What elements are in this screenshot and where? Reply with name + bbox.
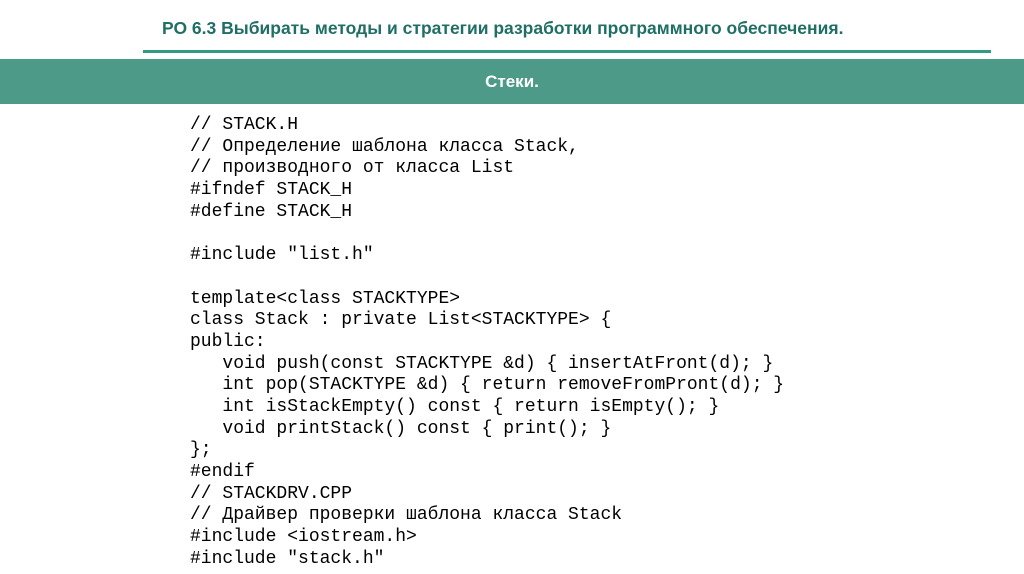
code-line: };: [190, 440, 212, 461]
title-underline: [143, 50, 991, 53]
code-line: #include "stack.h": [190, 548, 385, 569]
code-listing: // STACK.H// Определение шаблона класса …: [190, 115, 784, 570]
code-line: // Определение шаблона класса Stack,: [190, 136, 579, 157]
code-line: int pop(STACKTYPE &d) { return removeFro…: [190, 375, 785, 396]
code-line: class Stack : private List<STACKTYPE> {: [190, 310, 612, 331]
code-line: #ifndef STACK_H: [190, 180, 353, 201]
code-line: #define STACK_H: [190, 201, 353, 222]
code-line: // производного от класса List: [190, 158, 515, 179]
code-line: void push(const STACKTYPE &d) { insertAt…: [190, 353, 774, 374]
code-line: // Драйвер проверки шаблона класса Stack: [190, 505, 623, 526]
slide-title: РО 6.3 Выбирать методы и стратегии разра…: [162, 18, 844, 38]
code-line: public:: [190, 331, 266, 352]
section-title: Стеки.: [485, 71, 539, 91]
code-line: // STACKDRV.CPP: [190, 483, 353, 504]
code-line: #endif: [190, 462, 255, 482]
code-line: #include <iostream.h>: [190, 527, 417, 548]
code-line: int isStackEmpty() const { return isEmpt…: [190, 396, 720, 417]
code-line: template<class STACKTYPE>: [190, 288, 461, 309]
code-line: // STACK.H: [190, 115, 299, 135]
section-banner: Стеки.: [0, 59, 1024, 104]
code-line: void printStack() const { print(); }: [190, 418, 612, 439]
code-line: #include "list.h": [190, 245, 374, 266]
